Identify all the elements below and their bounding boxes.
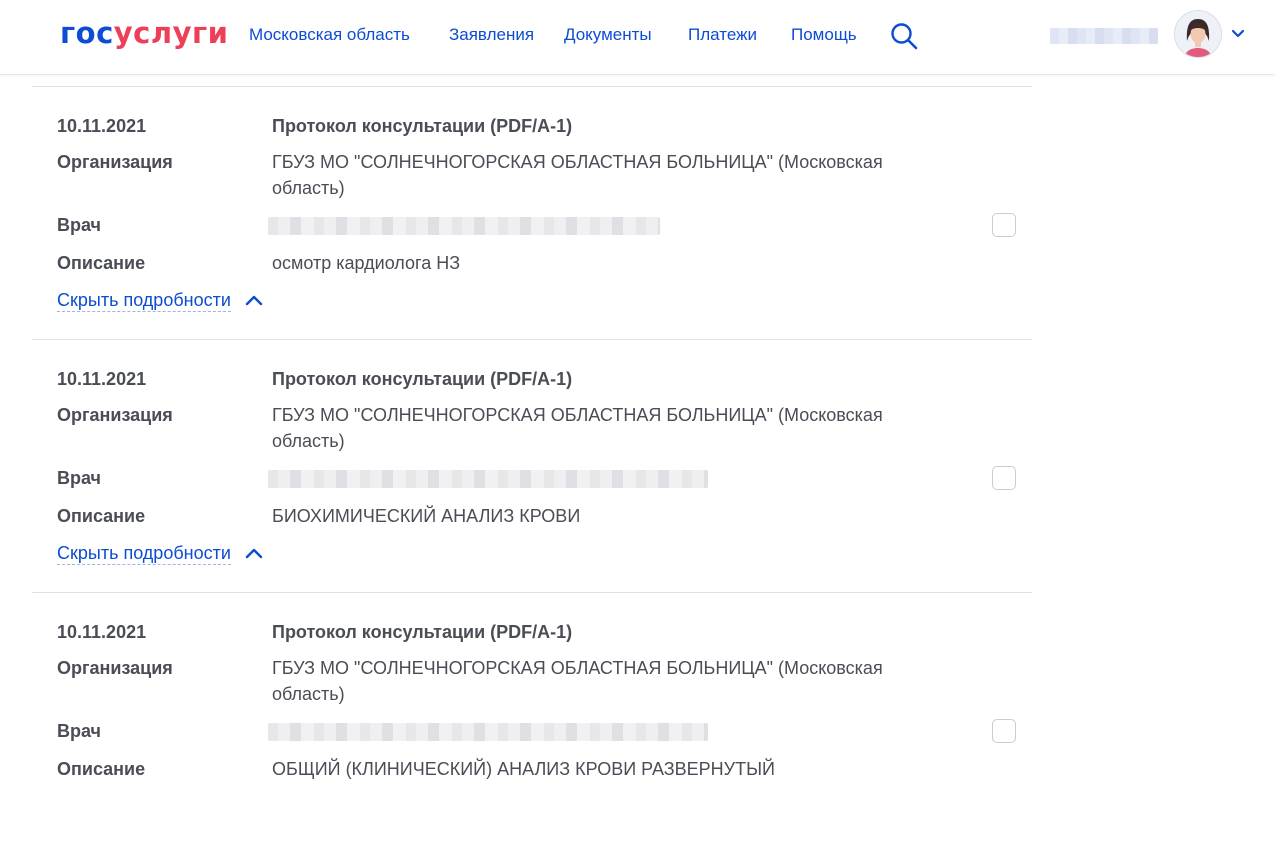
description-label: Описание (57, 253, 146, 273)
logo-part-uslugi: услуги (113, 16, 229, 50)
chevron-down-icon[interactable] (1230, 27, 1246, 41)
org-label: Организация (57, 658, 173, 678)
logo-part-gos: гос (60, 16, 114, 50)
doctor-label: Врач (57, 721, 102, 741)
record-card: 10.11.2021 Протокол консультации (PDF/A-… (32, 339, 1032, 592)
record-date: 10.11.2021 (57, 622, 147, 642)
doctor-name-blurred (268, 470, 708, 488)
record-card: 10.11.2021 Протокол консультации (PDF/A-… (32, 592, 1032, 845)
org-label: Организация (57, 405, 173, 425)
org-value: ГБУЗ МО "СОЛНЕЧНОГОРСКАЯ ОБЛАСТНАЯ БОЛЬН… (272, 152, 883, 198)
org-value: ГБУЗ МО "СОЛНЕЧНОГОРСКАЯ ОБЛАСТНАЯ БОЛЬН… (272, 405, 883, 451)
search-icon[interactable] (890, 22, 918, 50)
record-title: Протокол консультации (PDF/A-1) (272, 369, 573, 389)
record-checkbox[interactable] (992, 719, 1016, 743)
doctor-label: Врач (57, 215, 102, 235)
record-card: 10.11.2021 Протокол консультации (PDF/A-… (32, 86, 1032, 339)
doctor-name-blurred (268, 723, 708, 741)
avatar-icon (1175, 11, 1221, 57)
record-title: Протокол консультации (PDF/A-1) (272, 116, 573, 136)
description-label: Описание (57, 506, 146, 526)
description-value: ОБЩИЙ (КЛИНИЧЕСКИЙ) АНАЛИЗ КРОВИ РАЗВЕРН… (272, 759, 775, 779)
description-label: Описание (57, 759, 146, 779)
record-title: Протокол консультации (PDF/A-1) (272, 622, 573, 642)
hide-details-link[interactable]: Скрыть подробности (57, 289, 231, 312)
nav-documents[interactable]: Документы (564, 25, 652, 45)
nav-help[interactable]: Помощь (791, 25, 857, 45)
nav-payments[interactable]: Платежи (688, 25, 757, 45)
chevron-up-icon[interactable] (245, 294, 263, 306)
doctor-label: Врач (57, 468, 102, 488)
user-name-blurred[interactable] (1050, 28, 1158, 44)
user-avatar[interactable] (1174, 10, 1222, 58)
description-value: БИОХИМИЧЕСКИЙ АНАЛИЗ КРОВИ (272, 506, 581, 526)
gosuslugi-logo[interactable]: госуслуги (60, 17, 228, 49)
hide-details-link[interactable]: Скрыть подробности (57, 542, 231, 565)
record-date: 10.11.2021 (57, 116, 147, 136)
nav-applications[interactable]: Заявления (449, 25, 534, 45)
chevron-up-icon[interactable] (245, 547, 263, 559)
record-checkbox[interactable] (992, 466, 1016, 490)
description-value: осмотр кардиолога НЗ (272, 253, 461, 273)
doctor-name-blurred (268, 217, 660, 235)
records-list: 10.11.2021 Протокол консультации (PDF/A-… (32, 86, 1032, 845)
org-value: ГБУЗ МО "СОЛНЕЧНОГОРСКАЯ ОБЛАСТНАЯ БОЛЬН… (272, 658, 883, 704)
record-date: 10.11.2021 (57, 369, 147, 389)
top-header: госуслуги Московская область Заявления Д… (0, 0, 1275, 75)
nav-region[interactable]: Московская область (249, 25, 410, 45)
org-label: Организация (57, 152, 173, 172)
record-checkbox[interactable] (992, 213, 1016, 237)
